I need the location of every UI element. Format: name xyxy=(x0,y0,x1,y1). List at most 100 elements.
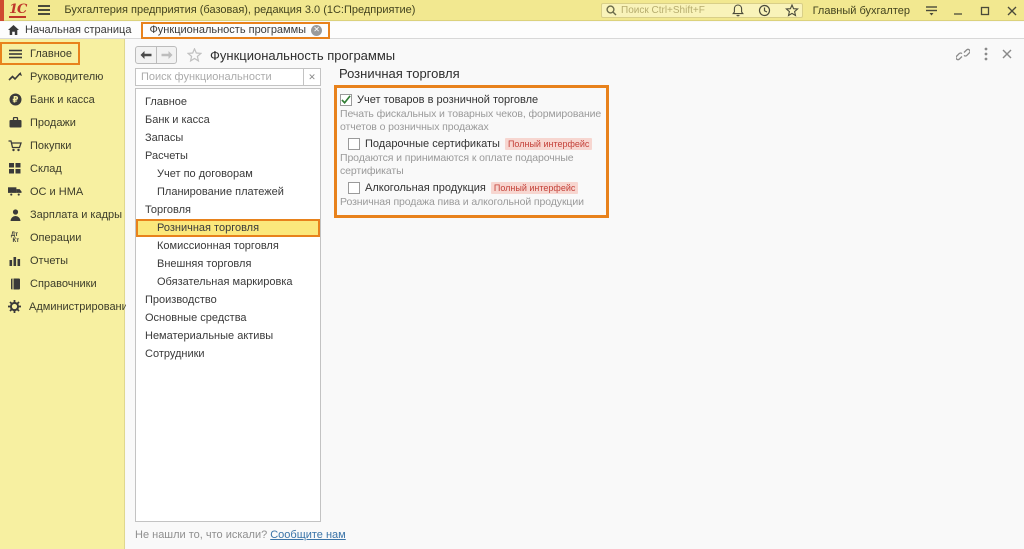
title-bar: 1С Бухгалтерия предприятия (базовая), ре… xyxy=(0,0,1024,21)
tab-close-icon[interactable]: ✕ xyxy=(311,25,322,36)
feedback-text: Не нашли то, что искали? xyxy=(135,529,267,541)
nav-item-sotrudniki[interactable]: Сотрудники xyxy=(136,345,320,363)
section-sidebar: Главное Руководителю ₽ Банк и касса Прод… xyxy=(0,39,125,549)
window-close-icon[interactable] xyxy=(1002,49,1012,59)
forward-button[interactable] xyxy=(156,47,176,63)
svg-text:₽: ₽ xyxy=(12,95,18,105)
app-window: 1С Бухгалтерия предприятия (базовая), ре… xyxy=(0,0,1024,549)
cart-icon xyxy=(8,140,22,152)
nav-item-label: Основные средства xyxy=(145,312,247,324)
restore-button[interactable] xyxy=(977,3,993,19)
back-button[interactable] xyxy=(136,47,156,63)
gear-icon xyxy=(8,300,21,313)
minimize-button[interactable] xyxy=(950,3,966,19)
feedback-line: Не нашли то, что искали?Сообщите нам xyxy=(135,529,346,541)
more-menu-icon[interactable] xyxy=(984,47,988,61)
sidebar-item-zarplata-i-kadry[interactable]: Зарплата и кадры xyxy=(0,203,124,226)
window-header-icons xyxy=(956,47,1012,61)
nav-buttons xyxy=(135,46,177,64)
sidebar-item-prodazhi[interactable]: Продажи xyxy=(0,111,124,134)
sidebar-label: Операции xyxy=(30,232,81,244)
book-icon xyxy=(8,278,22,290)
nav-item-raschety[interactable]: Расчеты xyxy=(136,147,320,165)
notifications-bell-icon[interactable] xyxy=(730,3,746,19)
nav-item-label: Расчеты xyxy=(145,150,188,162)
feedback-link[interactable]: Сообщите нам xyxy=(270,529,346,541)
sidebar-label: Продажи xyxy=(30,117,76,129)
sidebar-label: Склад xyxy=(30,163,62,175)
service-menu-icon[interactable] xyxy=(923,3,939,19)
nav-item-proizvodstvo[interactable]: Производство xyxy=(136,291,320,309)
nav-item-obyazatelnaya-markirovka[interactable]: Обязательная маркировка xyxy=(136,273,320,291)
sidebar-label: Администрирование xyxy=(29,301,134,313)
functionality-search-input[interactable] xyxy=(135,68,303,86)
nav-item-label: Торговля xyxy=(145,204,191,216)
nav-item-bank-i-kassa[interactable]: Банк и касса xyxy=(136,111,320,129)
favorite-star-icon[interactable] xyxy=(187,48,202,62)
bar-chart-icon xyxy=(8,255,22,266)
checkbox-retail-accounting[interactable] xyxy=(340,94,352,106)
sidebar-label: Покупки xyxy=(30,140,71,152)
sidebar-item-administrirovanie[interactable]: Администрирование xyxy=(0,295,124,318)
sidebar-item-os-i-nma[interactable]: ОС и НМА xyxy=(0,180,124,203)
full-interface-badge: Полный интерфейс xyxy=(491,182,578,194)
checkbox-alcohol-products[interactable] xyxy=(348,182,360,194)
section-title: Розничная торговля xyxy=(339,66,460,81)
sidebar-item-spravochniki[interactable]: Справочники xyxy=(0,272,124,295)
functionality-window: Функциональность программы ✕ Главное Бан… xyxy=(126,39,1024,549)
nav-item-zapasy[interactable]: Запасы xyxy=(136,129,320,147)
nav-item-label: Внешняя торговля xyxy=(157,258,251,270)
clear-search-icon[interactable]: ✕ xyxy=(303,68,321,86)
nav-item-roznichnaya-torgovlya[interactable]: Розничная торговля xyxy=(136,219,320,237)
sidebar-label: Банк и касса xyxy=(30,94,95,106)
sidebar-label: ОС и НМА xyxy=(30,186,83,198)
option-alcohol-products: Алкогольная продукция Полный интерфейс xyxy=(348,182,603,194)
tab-bar: Начальная страница Функциональность прог… xyxy=(0,22,1024,39)
close-button[interactable] xyxy=(1004,3,1020,19)
main-menu-icon[interactable] xyxy=(38,5,50,15)
tab-functionality[interactable]: Функциональность программы ✕ xyxy=(141,22,330,39)
sidebar-item-rukovoditelyu[interactable]: Руководителю xyxy=(0,65,124,88)
sidebar-item-otchety[interactable]: Отчеты xyxy=(0,249,124,272)
nav-item-glavnoe[interactable]: Главное xyxy=(136,93,320,111)
nav-item-label: Учет по договорам xyxy=(157,168,253,180)
nav-item-label: Производство xyxy=(145,294,217,306)
active-tab-label: Функциональность программы xyxy=(149,24,306,36)
current-user-role[interactable]: Главный бухгалтер xyxy=(813,5,910,17)
nav-item-osnovnye-sredstva[interactable]: Основные средства xyxy=(136,309,320,327)
option-description: Продаются и принимаются к оплате подароч… xyxy=(340,152,603,178)
sidebar-item-sklad[interactable]: Склад xyxy=(0,157,124,180)
sidebar-item-pokupki[interactable]: Покупки xyxy=(0,134,124,157)
truck-icon xyxy=(8,186,22,197)
tab-home[interactable]: Начальная страница xyxy=(0,22,141,39)
sidebar-label: Руководителю xyxy=(30,71,103,83)
nav-item-label: Запасы xyxy=(145,132,183,144)
history-icon[interactable] xyxy=(757,3,773,19)
sidebar-item-operacii[interactable]: Дт Кт Операции xyxy=(0,226,124,249)
trend-chart-icon xyxy=(8,72,22,82)
grid-icon xyxy=(8,163,22,174)
functionality-search: ✕ xyxy=(135,68,321,86)
nav-item-label: Обязательная маркировка xyxy=(157,276,293,288)
nav-item-nematerialnye-aktivy[interactable]: Нематериальные активы xyxy=(136,327,320,345)
checkbox-gift-certificates[interactable] xyxy=(348,138,360,150)
dt-kt-icon: Дт Кт xyxy=(8,232,22,244)
nav-item-label: Комиссионная торговля xyxy=(157,240,279,252)
nav-item-uchet-po-dogovoram[interactable]: Учет по договорам xyxy=(136,165,320,183)
search-icon xyxy=(606,5,617,16)
ruble-circle-icon: ₽ xyxy=(8,93,22,106)
nav-item-vneshnyaya-torgovlya[interactable]: Внешняя торговля xyxy=(136,255,320,273)
nav-item-planirovanie-platezhej[interactable]: Планирование платежей xyxy=(136,183,320,201)
option-description: Печать фискальных и товарных чеков, форм… xyxy=(340,108,603,134)
nav-item-komissionnaya-torgovlya[interactable]: Комиссионная торговля xyxy=(136,237,320,255)
nav-item-label: Сотрудники xyxy=(145,348,205,360)
sidebar-item-bank-i-kassa[interactable]: ₽ Банк и касса xyxy=(0,88,124,111)
1c-logo: 1С xyxy=(9,3,26,18)
nav-item-label: Нематериальные активы xyxy=(145,330,273,342)
functionality-nav-list: Главное Банк и касса Запасы Расчеты Учет… xyxy=(135,88,321,522)
app-title: Бухгалтерия предприятия (базовая), редак… xyxy=(64,4,415,16)
sidebar-item-glavnoe[interactable]: Главное xyxy=(0,42,80,65)
nav-item-torgovlya[interactable]: Торговля xyxy=(136,201,320,219)
favorites-star-icon[interactable] xyxy=(784,3,800,19)
get-link-icon[interactable] xyxy=(956,48,970,61)
